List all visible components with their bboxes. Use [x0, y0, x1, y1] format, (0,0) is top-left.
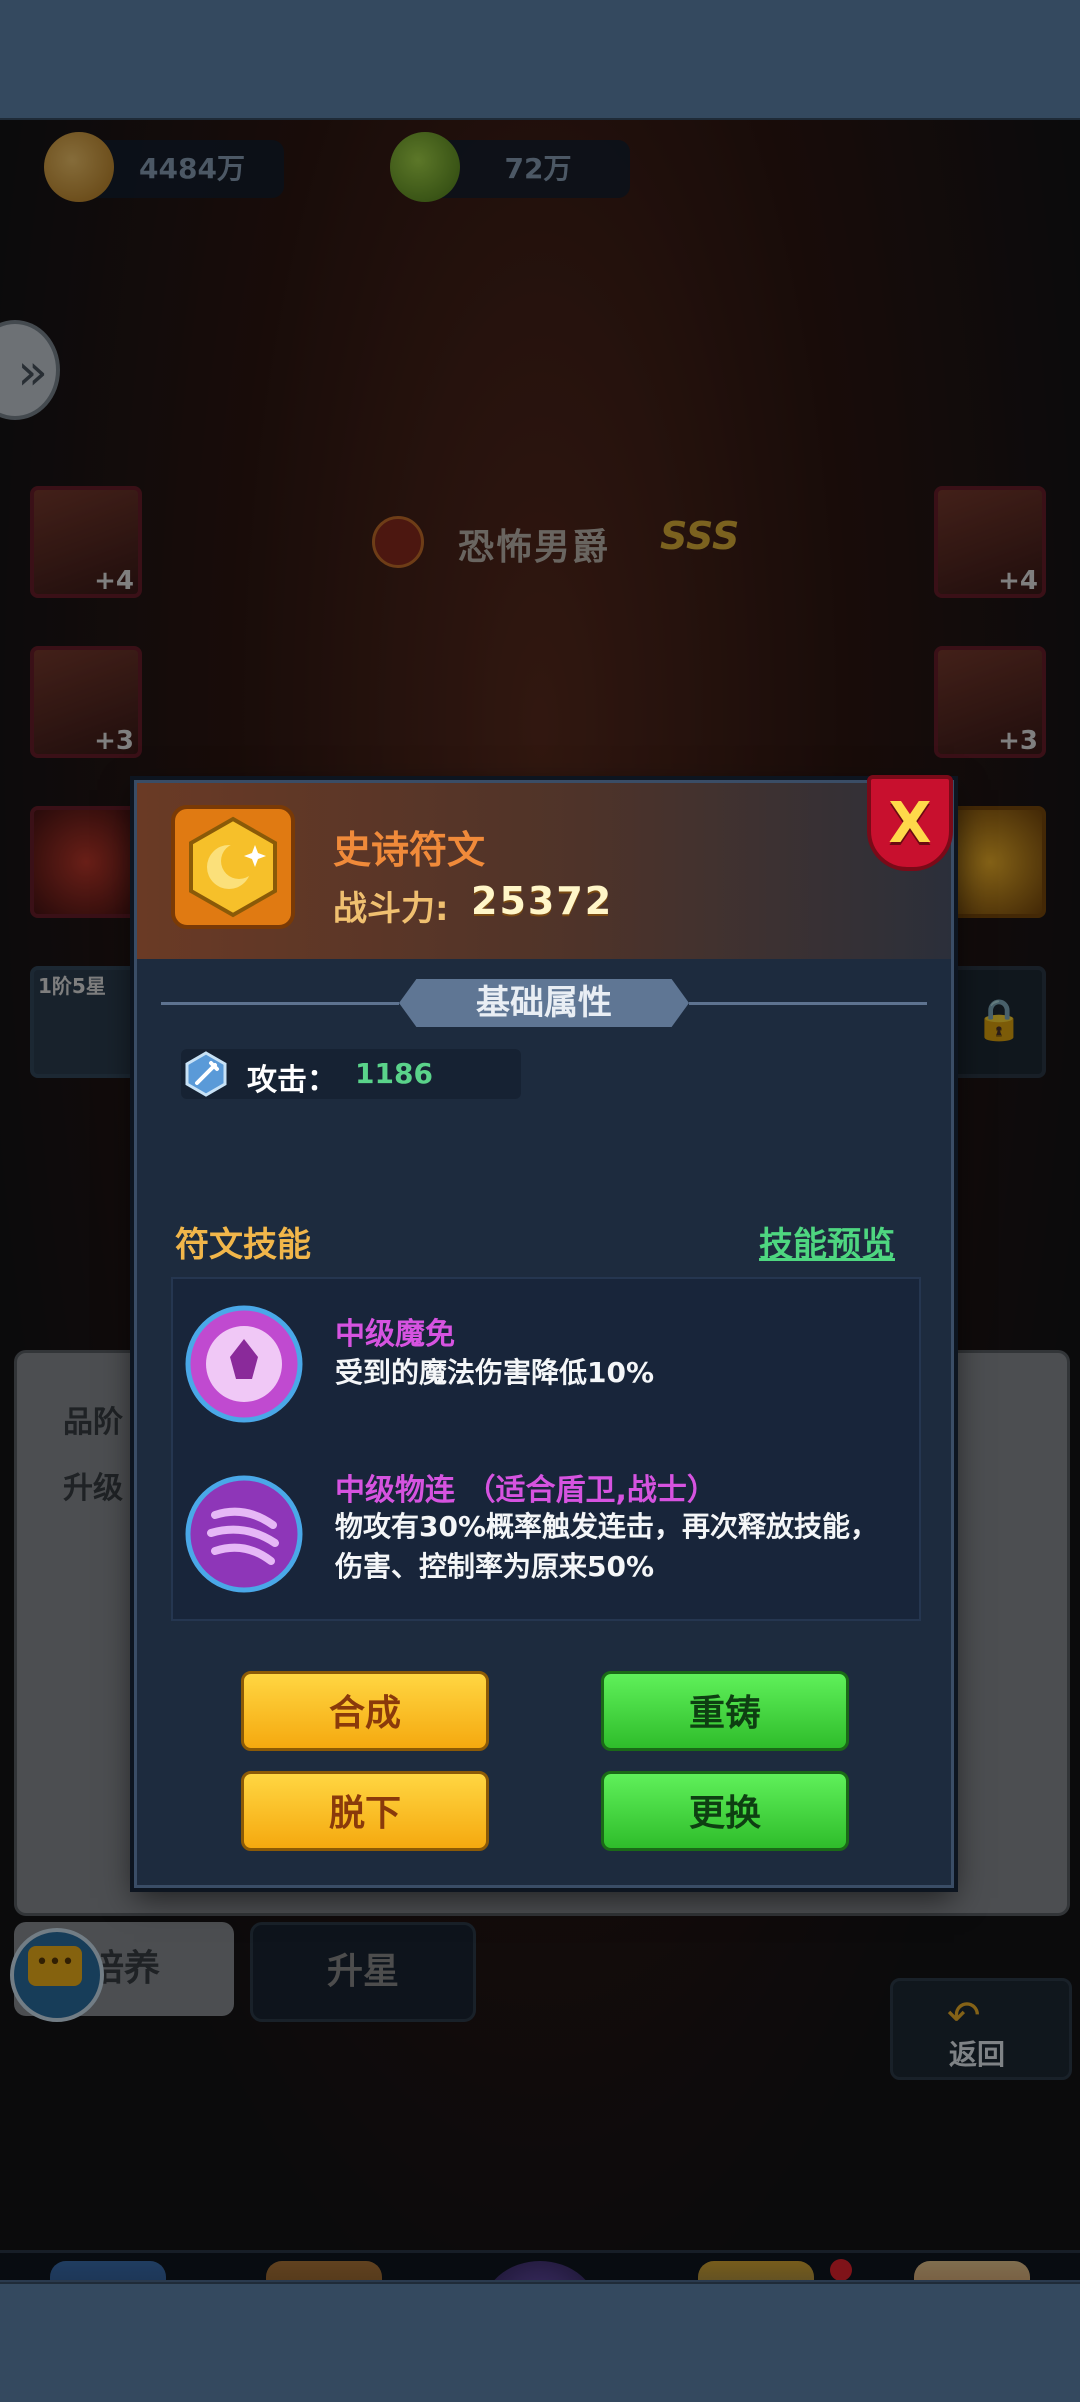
epic-rune-icon	[171, 805, 295, 929]
power-label: 战斗力:	[333, 889, 449, 929]
replace-button[interactable]: 更换	[601, 1771, 849, 1851]
rune-skills-list: 中级魔免 受到的魔法伤害降低10% 中级物连 （适合盾卫,战士） 物攻有30%概…	[171, 1277, 921, 1621]
recast-button[interactable]: 重铸	[601, 1671, 849, 1751]
skill-name: 中级物连 （适合盾卫,战士）	[335, 1473, 717, 1508]
power-value: 25372	[471, 879, 614, 923]
system-status-bar	[0, 0, 1080, 120]
unequip-button[interactable]: 脱下	[241, 1771, 489, 1851]
skill-item: 中级物连 （适合盾卫,战士） 物攻有30%概率触发连击，再次释放技能， 伤害、控…	[173, 1465, 919, 1615]
dialog-title: 史诗符文	[333, 828, 486, 872]
sword-icon	[185, 1051, 227, 1097]
skill-name: 中级魔免	[335, 1317, 455, 1352]
rune-detail-dialog: 史诗符文 战斗力: 25372 X 基础属性 攻击： 1186 符文技能 技能预…	[134, 775, 954, 1888]
game-screen: 4484万 72万 » 恐怖男爵 SSS +4 +3 1阶5星 +4 +3 🔒 …	[0, 120, 1080, 2280]
section-title: 基础属性	[399, 979, 689, 1027]
skill-item: 中级魔免 受到的魔法伤害降低10%	[173, 1291, 919, 1441]
rune-skills-title: 符文技能	[175, 1225, 311, 1265]
skill-desc: 受到的魔法伤害降低10%	[335, 1356, 655, 1389]
magic-immune-icon	[185, 1305, 303, 1423]
skill-desc-line: 伤害、控制率为原来50%	[335, 1550, 655, 1583]
attack-label: 攻击：	[247, 1063, 337, 1098]
combo-strike-icon	[185, 1475, 303, 1593]
attack-value: 1186	[355, 1057, 433, 1090]
skill-desc-line: 物攻有30%概率触发连击，再次释放技能，	[335, 1510, 879, 1543]
attack-attribute: 攻击： 1186	[181, 1049, 521, 1099]
synthesize-button[interactable]: 合成	[241, 1671, 489, 1751]
skill-preview-link[interactable]: 技能预览	[759, 1217, 895, 1266]
close-button[interactable]: X	[867, 775, 953, 871]
system-navigation-bar	[0, 2282, 1080, 2402]
section-header: 基础属性	[137, 973, 951, 1033]
